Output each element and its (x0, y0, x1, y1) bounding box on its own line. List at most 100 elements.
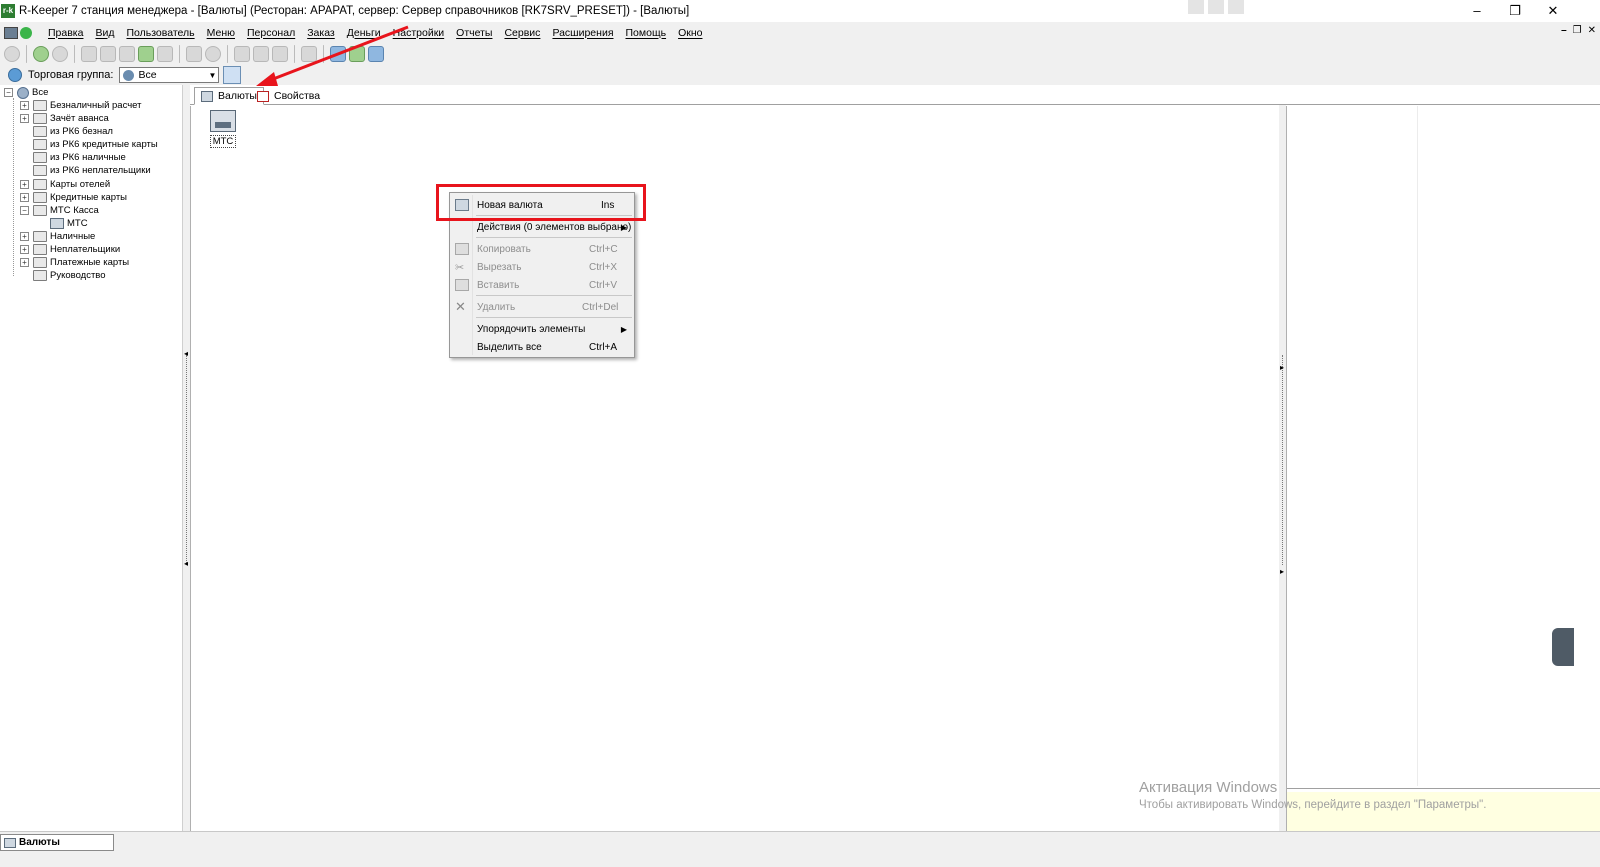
tree-item[interactable]: + Безналичный расчет (20, 99, 142, 112)
menu-view[interactable]: Вид (89, 27, 120, 39)
menu-reports[interactable]: Отчеты (450, 27, 498, 39)
mdi-restore-button[interactable]: ❐ (1573, 25, 1582, 36)
tree-item[interactable]: + Платежные карты (20, 256, 129, 269)
expand-icon[interactable]: + (20, 258, 29, 267)
expand-icon[interactable]: + (20, 114, 29, 123)
search-icon[interactable] (301, 46, 317, 62)
tree-item-label: МТС Касса (50, 205, 99, 216)
grid-icon[interactable] (1188, 0, 1204, 14)
expand-icon[interactable]: + (20, 232, 29, 241)
window-task-button[interactable]: Валюты (0, 834, 114, 851)
refresh-icon[interactable] (4, 46, 20, 62)
ctx-shortcut: Ctrl+V (589, 279, 618, 291)
menu-menu[interactable]: Меню (201, 27, 241, 39)
open-folder-icon[interactable] (81, 46, 97, 62)
tree-item[interactable]: из РК6 наличные (20, 151, 126, 164)
import-icon[interactable] (349, 46, 365, 62)
folder-open-icon (33, 205, 47, 216)
print-preview-icon[interactable] (119, 46, 135, 62)
tree-item-label: Неплательщики (50, 244, 121, 255)
task-label: Валюты (19, 837, 60, 848)
menu-money[interactable]: Деньги (341, 27, 387, 39)
tab-properties[interactable]: Свойства (251, 87, 326, 105)
cancel-icon[interactable] (205, 46, 221, 62)
tree-item-label: Наличные (50, 231, 96, 242)
sync-icon[interactable] (330, 46, 346, 62)
ctx-delete[interactable]: ✕ Удалить Ctrl+Del (451, 298, 633, 316)
menu-extensions[interactable]: Расширения (546, 27, 619, 39)
paste-icon (455, 279, 469, 291)
right-splitter[interactable]: ▸ ▸ (1279, 85, 1286, 831)
menu-help[interactable]: Помощь (620, 27, 673, 39)
tree-item[interactable]: + Зачёт аванса (20, 112, 109, 125)
expand-icon[interactable]: + (20, 193, 29, 202)
tree-item[interactable]: + Наличные (20, 230, 95, 243)
folder-icon (33, 270, 47, 281)
chevron-right-icon[interactable]: ▸ (1280, 567, 1284, 576)
export-icon[interactable] (138, 46, 154, 62)
chevron-right-icon[interactable]: ▸ (1280, 363, 1284, 372)
mdi-close-button[interactable]: ✕ (1588, 25, 1596, 36)
tree-item[interactable]: + Кредитные карты (20, 191, 127, 204)
tree-item[interactable]: − МТС Касса (20, 204, 99, 217)
cut-icon[interactable] (253, 46, 269, 62)
currency-icon (201, 90, 213, 102)
menu-edit[interactable]: Правка (42, 27, 89, 39)
chevron-left-icon[interactable]: ◂ (184, 349, 188, 358)
collapse-icon[interactable]: − (4, 88, 13, 97)
expand-icon[interactable]: + (20, 101, 29, 110)
ctx-shortcut: Ctrl+C (589, 243, 618, 255)
ctx-arrange[interactable]: Упорядочить элементы ▶ (451, 320, 633, 338)
ctx-select-all[interactable]: Выделить все Ctrl+A (451, 338, 633, 356)
menu-window[interactable]: Окно (672, 27, 708, 39)
tree-item[interactable]: из РК6 кредитные карты (20, 138, 158, 151)
tree-item-label: Безналичный расчет (50, 100, 142, 111)
delete-icon[interactable] (157, 46, 173, 62)
collapse-icon[interactable]: − (20, 206, 29, 215)
expand-icon[interactable]: + (20, 245, 29, 254)
mdi-minimize-button[interactable]: – (1561, 25, 1567, 36)
restore-button[interactable]: ❐ (1496, 0, 1534, 22)
tree-item[interactable]: из РК6 неплательщики (20, 164, 151, 177)
menu-staff[interactable]: Персонал (241, 27, 301, 39)
currency-icon (4, 837, 16, 848)
view-options-icon[interactable] (368, 46, 384, 62)
side-widget-icon[interactable] (1552, 628, 1574, 666)
menu-settings[interactable]: Настройки (387, 27, 451, 39)
back-icon[interactable] (33, 46, 49, 62)
toolbar-separator (179, 45, 180, 63)
chevron-down-icon[interactable] (1228, 0, 1244, 14)
expand-icon[interactable] (1208, 0, 1224, 14)
currency-list-item[interactable]: МТС (208, 110, 238, 148)
group-settings-button[interactable] (223, 66, 242, 84)
currency-list-view[interactable]: МТС (190, 106, 1278, 831)
document-icon[interactable] (4, 26, 18, 39)
trade-group-label: Торговая группа: (28, 69, 114, 81)
tree-item-child[interactable]: МТС (50, 217, 88, 230)
menu-user[interactable]: Пользователь (120, 27, 200, 39)
forward-icon[interactable] (52, 46, 68, 62)
expand-icon[interactable]: + (20, 180, 29, 189)
ctx-copy[interactable]: Копировать Ctrl+C (451, 240, 633, 258)
tree-item[interactable]: + Карты отелей (20, 178, 110, 191)
save-icon[interactable] (186, 46, 202, 62)
print-icon[interactable] (100, 46, 116, 62)
menu-order[interactable]: Заказ (301, 27, 341, 39)
trade-group-select[interactable]: Все ▼ (119, 67, 220, 83)
left-splitter[interactable]: ◂ ◂ (183, 85, 190, 831)
ctx-cut[interactable]: ✂ Вырезать Ctrl+X (451, 258, 633, 276)
tree-item[interactable]: из РК6 безнал (20, 125, 113, 138)
paste-icon[interactable] (272, 46, 288, 62)
ctx-label: Выделить все (477, 341, 542, 353)
chevron-left-icon[interactable]: ◂ (184, 559, 188, 568)
close-button[interactable]: ✕ (1534, 0, 1572, 22)
copy-icon[interactable] (234, 46, 250, 62)
menu-service[interactable]: Сервис (498, 27, 546, 39)
copy-icon (455, 243, 469, 255)
tree-item[interactable]: Руководство (20, 269, 106, 282)
tree-root[interactable]: − Все (4, 86, 48, 99)
tree-item-label: Карты отелей (50, 179, 111, 190)
minimize-button[interactable]: – (1458, 0, 1496, 22)
tree-item[interactable]: + Неплательщики (20, 243, 120, 256)
ctx-paste[interactable]: Вставить Ctrl+V (451, 276, 633, 294)
